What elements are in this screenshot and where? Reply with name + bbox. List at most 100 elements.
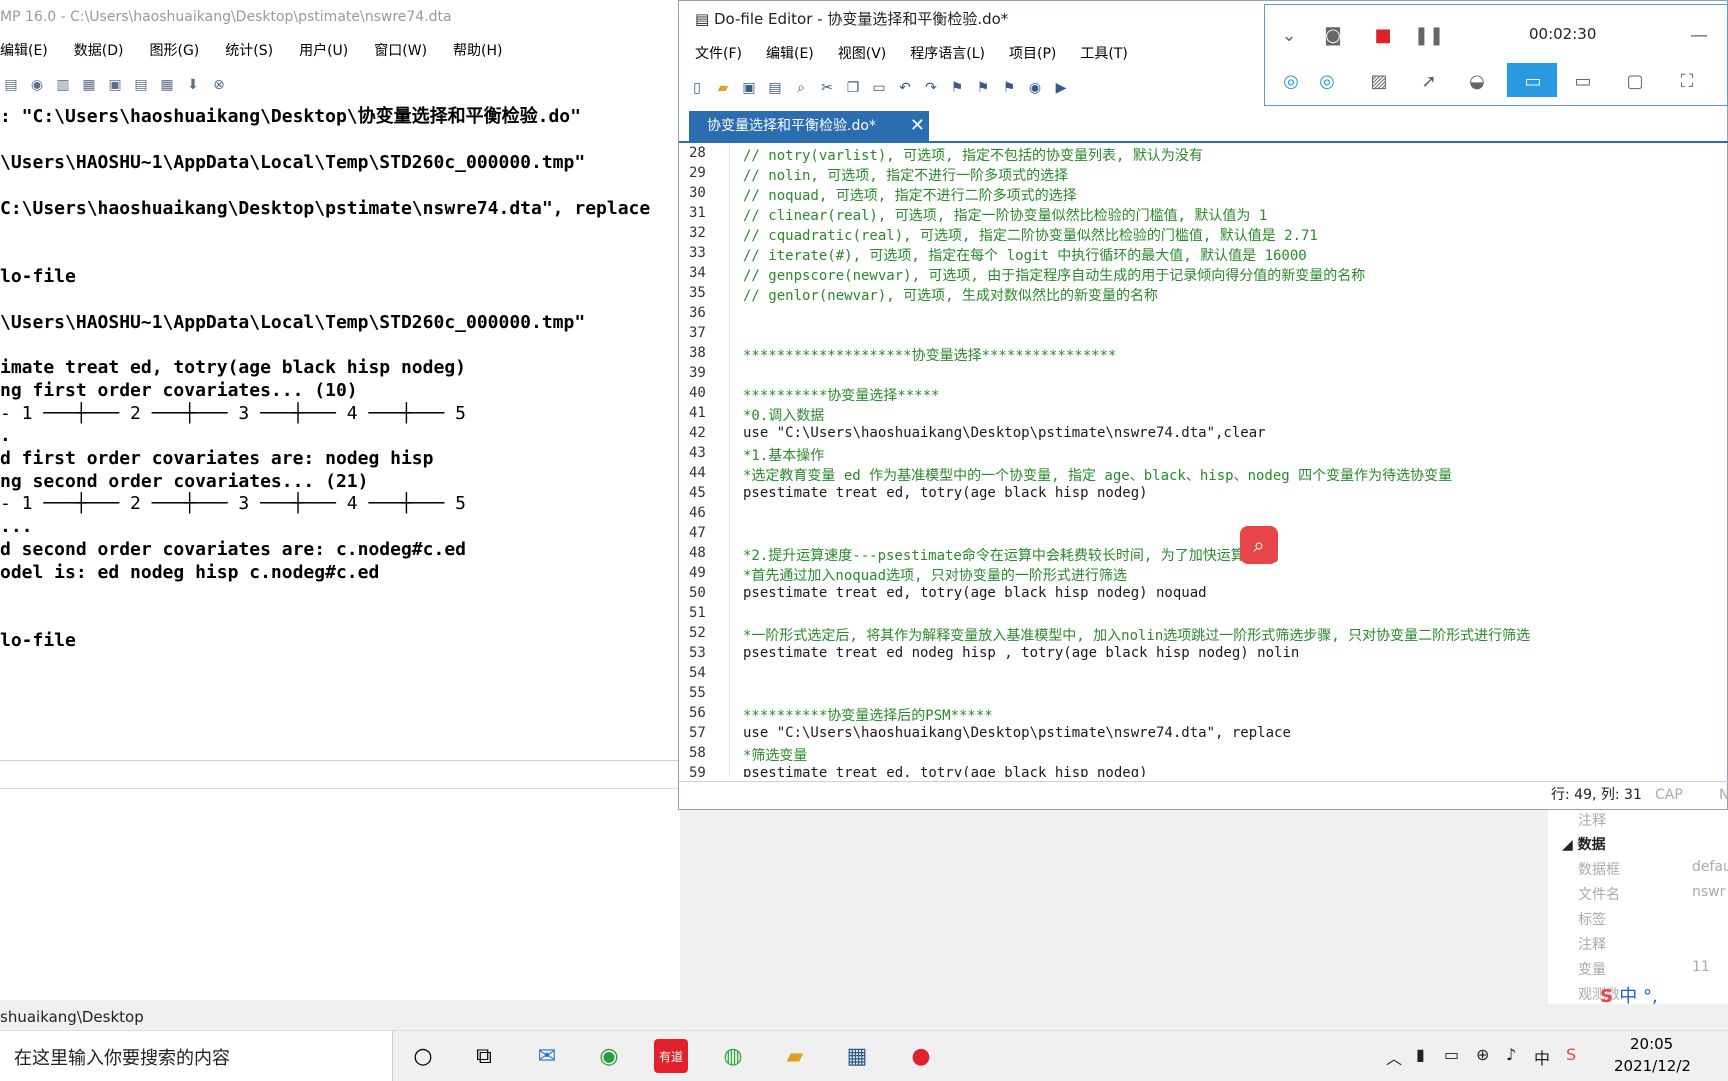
clock-time[interactable]: 20:05 (1630, 1035, 1673, 1053)
chrome-icon[interactable]: ◉ (592, 1039, 626, 1073)
log-icon[interactable]: ▤ (2, 76, 20, 94)
battery-icon[interactable]: ▭ (1444, 1045, 1459, 1064)
menu-graphics[interactable]: 图形(G) (150, 38, 200, 64)
break-icon[interactable]: ⊗ (210, 76, 228, 94)
recorder-icon[interactable]: ● (904, 1039, 938, 1073)
undo-icon[interactable]: ↶ (895, 78, 915, 98)
prev-bookmark-icon[interactable]: ⚑ (973, 78, 993, 98)
menu-edit[interactable]: 编辑(E) (0, 38, 48, 64)
clock-date[interactable]: 2021/12/2 (1614, 1057, 1691, 1075)
find-icon[interactable]: ⌕ (791, 78, 811, 98)
input-method-icon[interactable]: 中 (1534, 1045, 1550, 1069)
dofile-icon[interactable]: ▦ (80, 76, 98, 94)
code-line[interactable]: use "C:\Users\haoshuaikang\Desktop\pstim… (743, 725, 1291, 741)
code-line[interactable]: psestimate treat ed, totry(age black his… (743, 485, 1148, 501)
menu-data[interactable]: 数据(D) (74, 38, 124, 64)
paste-icon[interactable]: ▭ (869, 78, 889, 98)
print-icon[interactable]: ▤ (765, 78, 785, 98)
copy-icon[interactable]: ❐ (843, 78, 863, 98)
code-line[interactable]: // noquad, 可选项, 指定不进行二阶多项式的选择 (743, 185, 1077, 205)
ime-indicator[interactable]: S 中 °, (1600, 982, 1658, 1008)
data-browser-icon[interactable]: ▤ (132, 76, 150, 94)
close-icon[interactable]: ✕ (910, 111, 925, 141)
speaker-icon[interactable]: ◎ (1313, 67, 1341, 95)
cursor-icon[interactable]: ➚ (1415, 67, 1443, 95)
region-icon[interactable]: ▢ (1621, 67, 1649, 95)
code-line[interactable]: psestimate treat ed nodeg hisp , totry(a… (743, 645, 1299, 661)
code-line[interactable]: *1.基本操作 (743, 445, 824, 465)
cortana-icon[interactable]: ○ (406, 1039, 440, 1073)
taskbar-search[interactable]: 在这里输入你要搜索的内容 (0, 1031, 393, 1081)
microphone-icon[interactable]: ▮ (1416, 1045, 1425, 1064)
code-line[interactable]: psestimate treat ed, totry(age black his… (743, 585, 1207, 601)
prop-section-data[interactable]: ◢ 数据 (1562, 834, 1606, 854)
bookmark-icon[interactable]: ⚑ (947, 78, 967, 98)
variables-manager-icon[interactable]: ▦ (158, 76, 176, 94)
search-icon[interactable]: ⌕ (1240, 526, 1278, 564)
expand-icon[interactable]: ⛶ (1673, 67, 1701, 95)
code-line[interactable]: *0.调入数据 (743, 405, 824, 425)
code-line[interactable]: ********************协变量选择***************… (743, 345, 1116, 365)
cut-icon[interactable]: ✂ (817, 78, 837, 98)
code-line[interactable]: *一阶形式选定后, 将其作为解释变量放入基准模型中, 加入nolin选项跳过一阶… (743, 625, 1530, 645)
menu-view[interactable]: 视图(V) (838, 41, 887, 67)
code-line[interactable]: // notry(varlist), 可选项, 指定不包括的协变量列表, 默认为… (743, 145, 1203, 165)
redo-icon[interactable]: ↷ (921, 78, 941, 98)
window-mode-icon[interactable]: ▭ (1569, 67, 1597, 95)
graph-icon[interactable]: ▥ (54, 76, 72, 94)
new-icon[interactable]: ▯ (687, 78, 707, 98)
menu-statistics[interactable]: 统计(S) (225, 38, 273, 64)
more-icon[interactable]: ⬇ (184, 76, 202, 94)
menu-user[interactable]: 用户(U) (299, 38, 348, 64)
open-icon[interactable]: ▰ (713, 78, 733, 98)
wechat-icon[interactable]: ◍ (716, 1039, 750, 1073)
sogou-tray-icon[interactable]: S (1566, 1045, 1576, 1064)
next-bookmark-icon[interactable]: ⚑ (999, 78, 1019, 98)
menu-language[interactable]: 程序语言(L) (910, 41, 985, 67)
code-line[interactable]: **********协变量选择***** (743, 385, 939, 405)
camera-off-icon[interactable]: ▨ (1365, 67, 1393, 95)
code-line[interactable]: // genlor(newvar), 可选项, 生成对数似然比的新变量的名称 (743, 285, 1158, 305)
menu-tools[interactable]: 工具(T) (1080, 41, 1127, 67)
viewer-icon[interactable]: ◉ (28, 76, 46, 94)
file-explorer-icon[interactable]: ▰ (778, 1039, 812, 1073)
stop-icon[interactable]: ■ (1369, 21, 1397, 49)
network-icon[interactable]: ⊕ (1476, 1045, 1489, 1064)
code-line[interactable]: *选定教育变量 ed 作为基准模型中的一个协变量, 指定 age、black、h… (743, 465, 1452, 485)
code-line[interactable]: *筛选变量 (743, 745, 807, 765)
menu-edit[interactable]: 编辑(E) (766, 41, 814, 67)
menu-project[interactable]: 项目(P) (1009, 41, 1056, 67)
pause-icon[interactable]: ❚❚ (1414, 21, 1444, 49)
minimize-icon[interactable]: — (1685, 21, 1713, 49)
mail-icon[interactable]: ✉ (530, 1039, 564, 1073)
webcam-icon[interactable]: ◒ (1463, 67, 1491, 95)
code-line[interactable]: // iterate(#), 可选项, 指定在每个 logit 中执行循环的最大… (743, 245, 1307, 265)
data-editor-icon[interactable]: ▣ (106, 76, 124, 94)
microphone-icon[interactable]: ◎ (1277, 67, 1305, 95)
youdao-icon[interactable]: 有道 (654, 1039, 688, 1073)
code-line[interactable]: **********协变量选择后的PSM***** (743, 705, 993, 725)
menu-window[interactable]: 窗口(W) (374, 38, 427, 64)
code-line[interactable]: *首先通过加入noquad选项, 只对协变量的一阶形式进行筛选 (743, 565, 1127, 585)
collapse-icon[interactable]: ⌄ (1275, 21, 1303, 49)
code-line[interactable]: // nolin, 可选项, 指定不进行一阶多项式的选择 (743, 165, 1068, 185)
code-line[interactable]: psestimate treat ed, totry(age black his… (743, 765, 1148, 777)
code-line[interactable]: // clinear(real), 可选项, 指定一阶协变量似然比检验的门槛值,… (743, 205, 1267, 225)
execute-icon[interactable]: ▶ (1051, 78, 1071, 98)
tab-dofile[interactable]: 协变量选择和平衡检验.do* ✕ (689, 111, 929, 141)
task-view-icon[interactable]: ⧉ (467, 1039, 501, 1073)
tray-chevron-icon[interactable]: ︿ (1386, 1045, 1402, 1069)
code-line[interactable]: // cquadratic(real), 可选项, 指定二阶协变量似然比检验的门… (743, 225, 1318, 245)
code-area[interactable]: 28 // notry(varlist), 可选项, 指定不包括的协变量列表, 默… (679, 143, 1728, 777)
stata-icon[interactable]: ▦ (840, 1039, 874, 1073)
camera-icon[interactable]: ◙ (1319, 21, 1347, 49)
menu-file[interactable]: 文件(F) (695, 41, 742, 67)
code-line[interactable]: use "C:\Users\haoshuaikang\Desktop\pstim… (743, 425, 1266, 441)
menu-help[interactable]: 帮助(H) (453, 38, 502, 64)
code-line[interactable]: // genpscore(newvar), 可选项, 由于指定程序自动生成的用于… (743, 265, 1365, 285)
volume-icon[interactable]: ♪ (1506, 1045, 1516, 1064)
search-input[interactable]: 在这里输入你要搜索的内容 (14, 1044, 230, 1070)
code-line[interactable]: *2.提升运算速度---psestimate命令在运算中会耗费较长时间, 为了加… (743, 545, 1281, 565)
save-icon[interactable]: ▣ (739, 78, 759, 98)
show-icon[interactable]: ◉ (1025, 78, 1045, 98)
